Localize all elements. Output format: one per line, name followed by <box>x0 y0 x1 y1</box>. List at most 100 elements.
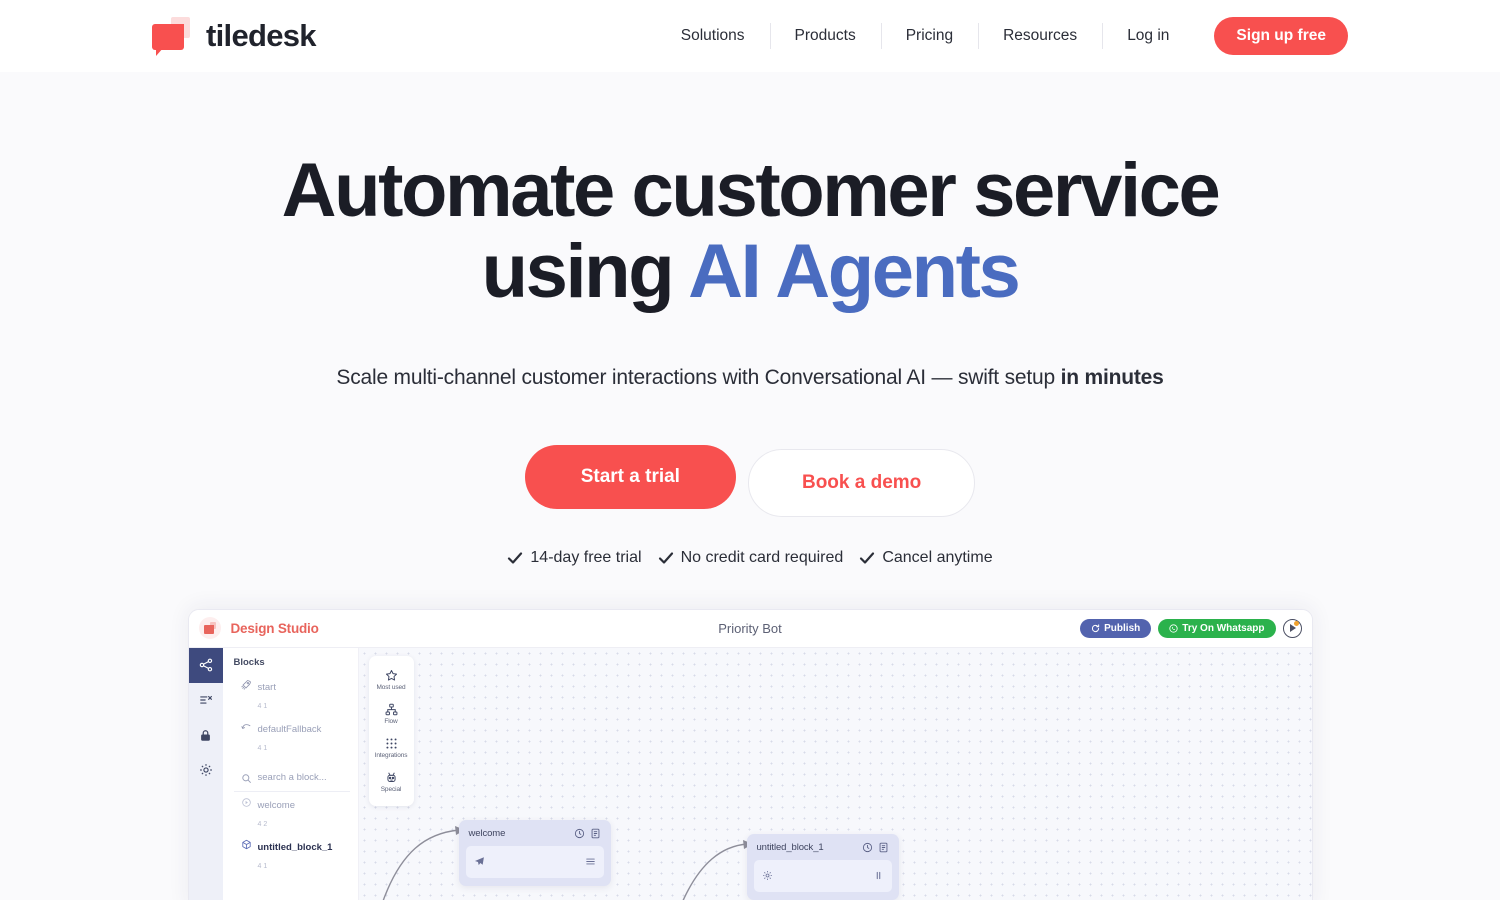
block-search-row[interactable] <box>233 764 350 792</box>
block-text: defaultFallback 4 1 <box>258 719 322 755</box>
block-item-start[interactable]: start 4 1 <box>234 674 358 716</box>
rocket-icon <box>240 679 251 690</box>
app-title: Design Studio <box>230 620 319 636</box>
notes-icon[interactable] <box>878 842 889 853</box>
page-title: Automate customer service using AI Agent… <box>0 150 1500 313</box>
site-header: tiledesk Solutions Products Pricing Reso… <box>0 0 1500 72</box>
nav-item-pricing[interactable]: Pricing <box>881 27 978 45</box>
check-icon <box>658 552 673 564</box>
signup-free-button[interactable]: Sign up free <box>1214 17 1348 55</box>
drag-handle-icon[interactable] <box>585 856 596 867</box>
tool-item-special[interactable]: Special <box>369 765 414 799</box>
tool-item-most-used[interactable]: Most used <box>369 663 414 697</box>
node-body-row[interactable] <box>465 845 604 878</box>
pause-icon[interactable] <box>873 870 884 881</box>
blocks-panel-heading: Blocks <box>233 656 265 668</box>
rail-item-list[interactable] <box>189 683 223 718</box>
trust-checks-row: 14-day free trial No credit card require… <box>0 549 1500 567</box>
tool-item-integrations[interactable]: Integrations <box>369 731 414 765</box>
notes-icon[interactable] <box>590 828 601 839</box>
app-topbar: Design Studio Priority Bot Publish Try O… <box>188 609 1312 648</box>
notification-dot <box>1293 620 1299 626</box>
tool-label: Most used <box>376 683 406 691</box>
node-title: welcome <box>468 827 506 839</box>
preview-play-button[interactable] <box>1282 618 1302 638</box>
main-nav: Solutions Products Pricing Resources Log… <box>656 0 1348 72</box>
block-label: welcome <box>257 799 296 811</box>
block-text: start 4 1 <box>258 677 276 713</box>
block-count: 4 1 <box>257 702 268 710</box>
nav-item-solutions[interactable]: Solutions <box>656 27 770 45</box>
check-label: Cancel anytime <box>882 548 993 566</box>
cube-icon <box>241 839 251 849</box>
check-icon <box>508 552 523 564</box>
book-demo-button[interactable]: Book a demo <box>747 448 976 517</box>
check-icon <box>860 552 875 564</box>
whatsapp-label: Try On Whatsapp <box>1182 622 1265 634</box>
block-count: 4 2 <box>257 820 268 828</box>
check-item-free-trial: 14-day free trial <box>507 548 642 567</box>
nav-item-resources[interactable]: Resources <box>978 27 1102 45</box>
start-trial-button[interactable]: Start a trial <box>524 444 736 509</box>
star-icon <box>385 669 397 681</box>
list-shuffle-icon <box>199 696 212 704</box>
rail-item-flow[interactable] <box>188 647 223 683</box>
share-flow-icon <box>199 658 212 672</box>
cta-row: Start a trial Book a demo <box>0 444 1500 517</box>
headline-accent: AI Agents <box>688 229 1021 315</box>
blocks-panel: Blocks start 4 1 defaultFallback 4 1 sea… <box>222 647 359 900</box>
whatsapp-icon <box>1169 623 1178 633</box>
hero-subtitle-bold: in minutes <box>1060 365 1164 389</box>
tool-label: Flow <box>384 717 398 725</box>
send-paperplane-icon <box>474 857 484 866</box>
tool-palette: Most used Flow Integrations Special <box>368 655 414 806</box>
search-input[interactable] <box>257 771 350 783</box>
node-header: untitled_block_1 <box>754 840 892 860</box>
clock-icon[interactable] <box>574 828 585 839</box>
nav-item-login[interactable]: Log in <box>1102 27 1194 45</box>
headline-line-1: Automate customer service <box>281 148 1221 233</box>
check-label: 14-day free trial <box>530 548 642 566</box>
tool-item-flow[interactable]: Flow <box>369 697 414 731</box>
search-icon <box>241 773 251 783</box>
app-body: Blocks start 4 1 defaultFallback 4 1 sea… <box>188 647 1312 900</box>
brand-name: tiledesk <box>206 18 317 53</box>
publish-button[interactable]: Publish <box>1080 618 1152 638</box>
node-title: untitled_block_1 <box>756 841 824 853</box>
special-icon <box>386 772 396 782</box>
block-item-default-fallback[interactable]: defaultFallback 4 1 <box>234 716 358 758</box>
clock-icon[interactable] <box>862 842 873 853</box>
block-label: start <box>257 681 276 693</box>
flow-canvas[interactable]: Most used Flow Integrations Special welc <box>358 647 1312 900</box>
tool-label: Special <box>380 785 402 793</box>
block-text: untitled_block_1 4 1 <box>258 837 333 873</box>
tiledesk-chat-bubble-logo-icon <box>152 16 192 56</box>
check-item-cancel-anytime: Cancel anytime <box>859 548 993 567</box>
block-item-untitled-block-1[interactable]: untitled_block_1 4 1 <box>234 834 358 876</box>
fallback-arrow-icon <box>240 723 250 729</box>
rail-item-lock[interactable] <box>189 718 223 753</box>
rail-item-settings[interactable] <box>189 753 223 788</box>
try-on-whatsapp-button[interactable]: Try On Whatsapp <box>1158 618 1276 638</box>
tool-label: Integrations <box>374 751 408 759</box>
app-topbar-actions: Publish Try On Whatsapp <box>1080 618 1302 638</box>
block-count: 4 1 <box>257 862 268 870</box>
headline-line-2-plain: using <box>481 229 689 315</box>
brand-logo-link[interactable]: tiledesk <box>152 16 317 56</box>
block-item-welcome[interactable]: welcome 4 2 <box>234 792 358 834</box>
check-item-no-credit-card: No credit card required <box>658 549 843 567</box>
flow-node-welcome[interactable]: welcome <box>458 819 611 886</box>
lock-icon <box>201 729 210 741</box>
block-count: 4 1 <box>257 744 268 752</box>
play-circle-icon <box>241 797 251 807</box>
hero-section: Automate customer service using AI Agent… <box>0 72 1500 567</box>
publish-label: Publish <box>1104 622 1141 634</box>
nav-item-products[interactable]: Products <box>770 27 881 45</box>
node-body-row[interactable] <box>753 859 892 892</box>
tiledesk-app-logo-icon <box>198 617 221 640</box>
gear-icon <box>199 764 212 776</box>
flow-icon <box>385 703 397 715</box>
flow-node-untitled-block-1[interactable]: untitled_block_1 <box>746 833 899 900</box>
refresh-icon <box>1092 623 1100 632</box>
settings-gear-icon <box>762 871 772 881</box>
